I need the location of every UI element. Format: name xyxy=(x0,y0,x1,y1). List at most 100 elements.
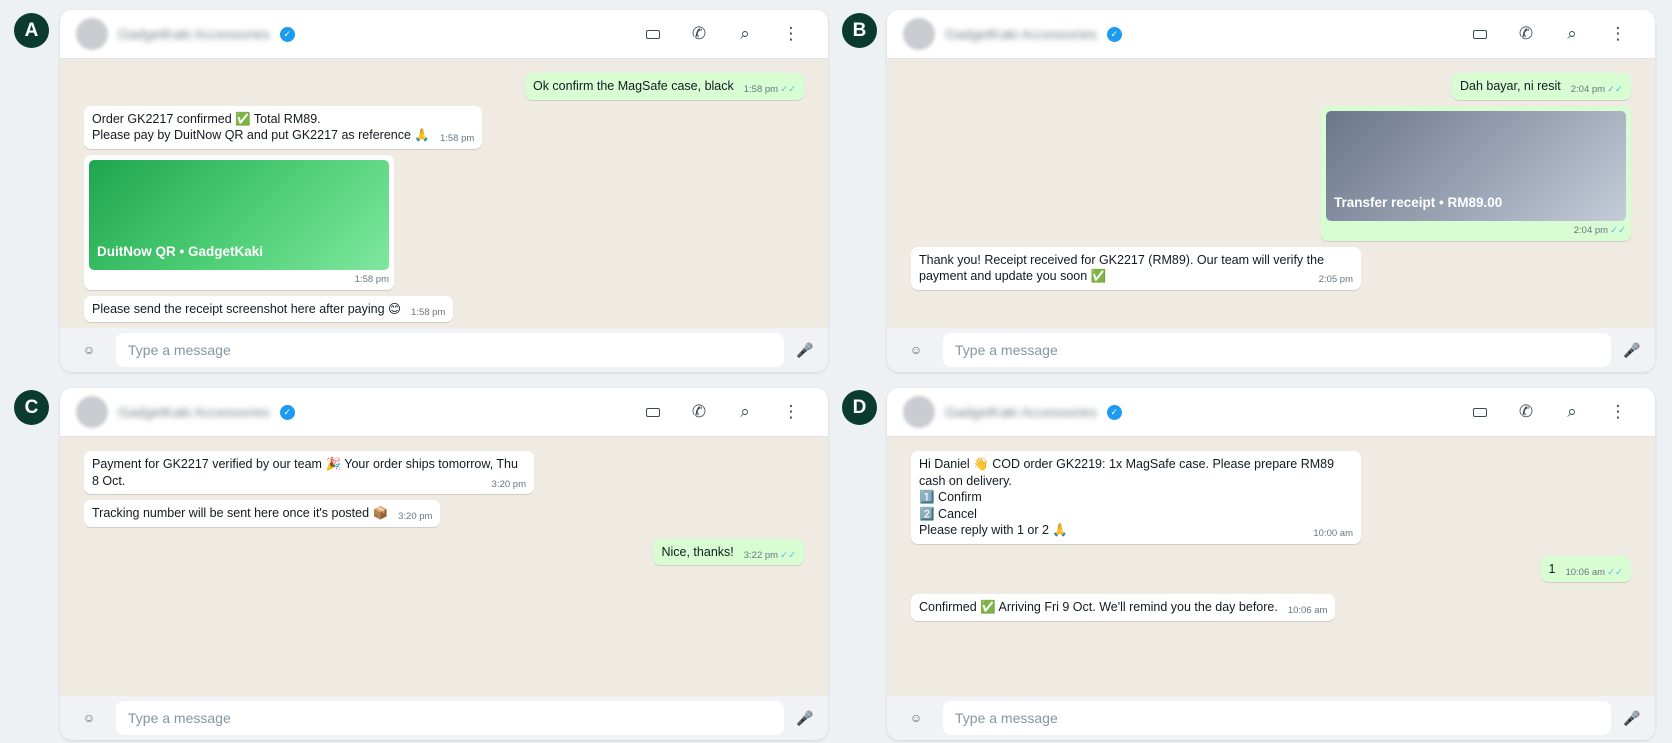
kebab-menu-icon[interactable]: ⋮ xyxy=(768,24,814,44)
mic-icon[interactable]: 🎤 xyxy=(794,710,816,727)
message-meta: 2:04 pm ✓✓ xyxy=(1571,84,1623,96)
phone-icon[interactable]: ✆ xyxy=(1503,402,1549,422)
outgoing-message[interactable]: Ok confirm the MagSafe case, black 1:58 … xyxy=(524,73,804,100)
message-text: Confirmed ✅ Arriving Fri 9 Oct. We'll re… xyxy=(919,600,1278,614)
video-icon[interactable] xyxy=(1457,402,1503,422)
message-time: 10:06 am xyxy=(1287,605,1328,616)
mic-icon[interactable]: 🎤 xyxy=(1621,342,1643,359)
contact-avatar[interactable] xyxy=(76,18,108,50)
message-row: Please send the receipt screenshot here … xyxy=(84,295,804,322)
incoming-message[interactable]: Tracking number will be sent here once i… xyxy=(84,500,441,527)
double-tick-icon: ✓✓ xyxy=(1607,566,1623,578)
search-icon[interactable]: ⌕ xyxy=(1549,24,1595,44)
chat-panel: GadgetKaki Accessories ✓ ✆ ⌕ ⋮ Ok confir… xyxy=(60,10,828,372)
outgoing-message[interactable]: Nice, thanks! 3:22 pm ✓✓ xyxy=(653,538,804,565)
message-text: 1 xyxy=(1548,561,1556,576)
video-icon[interactable] xyxy=(630,402,676,422)
incoming-message[interactable]: Hi Daniel 👋 COD order GK2219: 1x MagSafe… xyxy=(911,451,1361,544)
incoming-message[interactable]: Order GK2217 confirmed ✅ Total RM89. Ple… xyxy=(84,105,483,149)
outgoing-message[interactable]: Dah bayar, ni resit 2:04 pm ✓✓ xyxy=(1452,73,1631,100)
message-row: Ok confirm the MagSafe case, black 1:58 … xyxy=(84,73,804,100)
mic-icon[interactable]: 🎤 xyxy=(794,342,816,359)
incoming-message[interactable]: Please send the receipt screenshot here … xyxy=(84,295,454,322)
verified-badge-icon: ✓ xyxy=(1106,404,1122,420)
kebab-menu-icon[interactable]: ⋮ xyxy=(768,402,814,422)
message-time: 2:04 pm xyxy=(1573,224,1609,236)
contact-avatar[interactable] xyxy=(903,18,935,50)
message-list[interactable]: Hi Daniel 👋 COD order GK2219: 1x MagSafe… xyxy=(887,437,1655,696)
emoji-icon[interactable]: ☺ xyxy=(74,343,104,357)
message-row: Tracking number will be sent here once i… xyxy=(84,500,804,527)
phone-icon[interactable]: ✆ xyxy=(676,402,722,422)
search-icon[interactable]: ⌕ xyxy=(722,402,768,422)
message-time: 3:20 pm xyxy=(398,511,433,522)
double-tick-icon: ✓✓ xyxy=(780,549,796,561)
chat-header: GadgetKaki Accessories ✓ ✆ ⌕ ⋮ xyxy=(887,388,1655,437)
video-icon[interactable] xyxy=(630,24,676,44)
emoji-icon[interactable]: ☺ xyxy=(901,343,931,357)
contact-avatar[interactable] xyxy=(76,396,108,428)
emoji-icon[interactable]: ☺ xyxy=(901,711,931,725)
contact-name[interactable]: GadgetKaki Accessories xyxy=(945,404,1097,420)
search-icon[interactable]: ⌕ xyxy=(1549,402,1595,422)
contact-avatar[interactable] xyxy=(903,396,935,428)
message-input[interactable]: Type a message xyxy=(116,333,784,367)
message-time: 10:00 am xyxy=(1313,528,1353,539)
video-icon[interactable] xyxy=(1457,24,1503,44)
verified-badge-icon: ✓ xyxy=(1106,26,1122,42)
message-time: 1:58 pm xyxy=(411,306,446,318)
message-text: Please send the receipt screenshot here … xyxy=(92,301,402,316)
message-row: Thank you! Receipt received for GK2217 (… xyxy=(911,246,1631,290)
chat-panel: GadgetKaki Accessories ✓ ✆ ⌕ ⋮ Payment f… xyxy=(60,388,828,740)
verified-badge-icon: ✓ xyxy=(279,26,295,42)
message-time: 1:58 pm xyxy=(743,84,779,95)
message-time: 2:05 pm xyxy=(1318,274,1353,285)
message-meta: 2:04 pm ✓✓ xyxy=(1326,225,1626,237)
message-composer: ☺ Type a message 🎤 xyxy=(887,328,1655,372)
contact-name[interactable]: GadgetKaki Accessories xyxy=(118,26,270,42)
panel-label-badge: D xyxy=(842,390,877,425)
kebab-menu-icon[interactable]: ⋮ xyxy=(1595,24,1641,44)
message-meta: 1:58 pm ✓✓ xyxy=(744,84,796,96)
emoji-icon[interactable]: ☺ xyxy=(74,711,104,725)
mic-icon[interactable]: 🎤 xyxy=(1621,710,1643,727)
contact-name[interactable]: GadgetKaki Accessories xyxy=(118,404,270,420)
chat-header: GadgetKaki Accessories ✓ ✆ ⌕ ⋮ xyxy=(60,388,828,437)
image-caption: DuitNow QR • GadgetKaki xyxy=(97,244,263,259)
message-input[interactable]: Type a message xyxy=(943,701,1611,735)
message-time: 1:58 pm xyxy=(354,273,389,285)
message-composer: ☺ Type a message 🎤 xyxy=(60,328,828,372)
message-meta: 3:22 pm ✓✓ xyxy=(744,550,796,562)
incoming-message[interactable]: Thank you! Receipt received for GK2217 (… xyxy=(911,246,1361,290)
outgoing-image-message[interactable]: Transfer receipt • RM89.00 2:04 pm ✓✓ xyxy=(1321,105,1631,241)
incoming-image-message[interactable]: DuitNow QR • GadgetKaki 1:58 pm xyxy=(84,154,394,290)
message-text: Thank you! Receipt received for GK2217 (… xyxy=(919,252,1328,284)
message-list[interactable]: Dah bayar, ni resit 2:04 pm ✓✓ Transfer r… xyxy=(887,59,1655,328)
message-composer: ☺ Type a message 🎤 xyxy=(887,696,1655,740)
message-text: Payment for GK2217 verified by our team … xyxy=(92,457,522,488)
message-row: 1 10:06 am ✓✓ xyxy=(911,555,1631,582)
outgoing-message[interactable]: 1 10:06 am ✓✓ xyxy=(1540,555,1631,582)
message-input[interactable]: Type a message xyxy=(943,333,1611,367)
message-list[interactable]: Ok confirm the MagSafe case, black 1:58 … xyxy=(60,59,828,328)
message-text: Nice, thanks! xyxy=(661,544,734,559)
message-row: Dah bayar, ni resit 2:04 pm ✓✓ xyxy=(911,73,1631,100)
incoming-message[interactable]: Payment for GK2217 verified by our team … xyxy=(84,451,534,494)
message-text: Dah bayar, ni resit xyxy=(1460,79,1561,93)
phone-icon[interactable]: ✆ xyxy=(676,24,722,44)
chat-header: GadgetKaki Accessories ✓ ✆ ⌕ ⋮ xyxy=(887,10,1655,59)
duitnow-qr-image[interactable]: DuitNow QR • GadgetKaki xyxy=(89,159,389,270)
message-meta: 10:06 am ✓✓ xyxy=(1565,567,1623,579)
incoming-message[interactable]: Confirmed ✅ Arriving Fri 9 Oct. We'll re… xyxy=(911,594,1336,621)
message-input[interactable]: Type a message xyxy=(116,701,784,735)
panel-label-badge: B xyxy=(842,13,877,48)
message-composer: ☺ Type a message 🎤 xyxy=(60,696,828,740)
contact-name[interactable]: GadgetKaki Accessories xyxy=(945,26,1097,42)
kebab-menu-icon[interactable]: ⋮ xyxy=(1595,402,1641,422)
phone-icon[interactable]: ✆ xyxy=(1503,24,1549,44)
message-row: Confirmed ✅ Arriving Fri 9 Oct. We'll re… xyxy=(911,594,1631,621)
message-list[interactable]: Payment for GK2217 verified by our team … xyxy=(60,437,828,696)
transfer-receipt-image[interactable]: Transfer receipt • RM89.00 xyxy=(1326,110,1626,221)
chat-panel: GadgetKaki Accessories ✓ ✆ ⌕ ⋮ Hi Daniel… xyxy=(887,388,1655,740)
search-icon[interactable]: ⌕ xyxy=(722,24,768,44)
